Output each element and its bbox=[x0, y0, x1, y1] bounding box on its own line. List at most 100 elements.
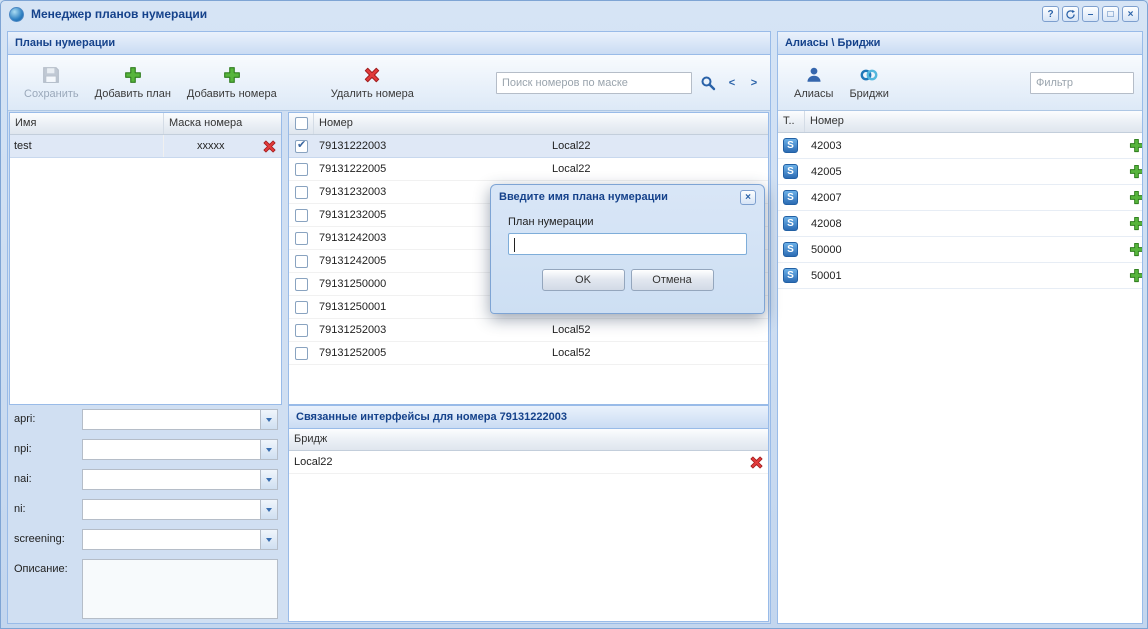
alias-row[interactable]: S 42005 bbox=[778, 159, 1142, 185]
combo-trigger-button[interactable] bbox=[260, 470, 277, 489]
add-alias-icon[interactable] bbox=[1129, 216, 1142, 232]
delete-numbers-button[interactable]: Удалить номера bbox=[323, 63, 422, 102]
number-checkbox[interactable] bbox=[295, 209, 308, 222]
interface-row[interactable]: Local22 bbox=[289, 451, 768, 474]
aliases-tab-button[interactable]: Алиасы bbox=[786, 63, 841, 102]
next-page-button[interactable]: > bbox=[746, 74, 762, 92]
alias-number-cell: 42007 bbox=[811, 192, 842, 204]
number-checkbox[interactable] bbox=[295, 301, 308, 314]
add-plan-button[interactable]: Добавить план bbox=[87, 63, 179, 102]
npi-combo[interactable] bbox=[82, 439, 278, 460]
number-checkbox[interactable] bbox=[295, 186, 308, 199]
form-row: nai: bbox=[14, 469, 282, 490]
combo-trigger-button[interactable] bbox=[260, 410, 277, 429]
alias-row[interactable]: S 42007 bbox=[778, 185, 1142, 211]
add-alias-icon[interactable] bbox=[1129, 138, 1142, 154]
number-checkbox[interactable] bbox=[295, 324, 308, 337]
alias-row[interactable]: S 50000 bbox=[778, 237, 1142, 263]
aliases-tab-label: Алиасы bbox=[794, 88, 833, 100]
cancel-button[interactable]: Отмена bbox=[631, 269, 714, 291]
help-button[interactable]: ? bbox=[1042, 6, 1059, 22]
add-numbers-icon bbox=[222, 65, 242, 85]
maximize-button[interactable]: □ bbox=[1102, 6, 1119, 22]
sip-type-icon: S bbox=[783, 190, 798, 205]
interfaces-grid-header: Бридж bbox=[289, 429, 768, 451]
number-checkbox[interactable] bbox=[295, 255, 308, 268]
plan-row[interactable]: test xxxxx bbox=[10, 135, 281, 158]
number-checkbox[interactable] bbox=[295, 278, 308, 291]
chevron-down-icon bbox=[266, 418, 272, 422]
column-header-mask[interactable]: Маска номера bbox=[164, 113, 281, 134]
add-alias-icon[interactable] bbox=[1129, 164, 1142, 180]
column-header-type[interactable]: Т.. bbox=[778, 111, 805, 132]
dialog-close-button[interactable]: × bbox=[740, 190, 756, 205]
screening-combo[interactable] bbox=[82, 529, 278, 550]
plans-grid-body: test xxxxx bbox=[10, 135, 281, 158]
number-row[interactable]: 79131222003 Local22 bbox=[289, 135, 768, 158]
add-alias-icon[interactable] bbox=[1129, 242, 1142, 258]
number-row[interactable]: 79131252003 Local52 bbox=[289, 319, 768, 342]
dialog-header[interactable]: Введите имя плана нумерации × bbox=[491, 185, 764, 209]
select-all-checkbox[interactable] bbox=[295, 117, 308, 130]
refresh-button[interactable] bbox=[1062, 6, 1079, 22]
description-label: Описание: bbox=[14, 559, 82, 575]
chevron-down-icon bbox=[266, 538, 272, 542]
number-row[interactable]: 79131222005 Local22 bbox=[289, 158, 768, 181]
search-icon[interactable] bbox=[698, 73, 718, 93]
alias-row[interactable]: S 50001 bbox=[778, 263, 1142, 289]
apri-combo[interactable] bbox=[82, 409, 278, 430]
screening-combo-value bbox=[83, 530, 260, 549]
ni-combo[interactable] bbox=[82, 499, 278, 520]
aliases-panel-header: Алиасы \ Бриджи bbox=[778, 32, 1142, 55]
column-header-name[interactable]: Имя bbox=[10, 113, 164, 134]
combo-trigger-button[interactable] bbox=[260, 500, 277, 519]
plan-name-input[interactable] bbox=[508, 233, 747, 255]
delete-plan-icon[interactable] bbox=[262, 139, 277, 154]
search-input[interactable] bbox=[496, 72, 692, 94]
number-cell: 79131252005 bbox=[314, 347, 549, 359]
alias-row[interactable]: S 42008 bbox=[778, 211, 1142, 237]
bridges-tab-button[interactable]: Бриджи bbox=[841, 63, 896, 102]
field-label: screening: bbox=[14, 529, 82, 545]
add-alias-icon[interactable] bbox=[1129, 190, 1142, 206]
alias-number-cell: 50001 bbox=[811, 270, 842, 282]
bridge-cell: Local52 bbox=[549, 347, 768, 359]
number-checkbox[interactable] bbox=[295, 347, 308, 360]
filter-input[interactable] bbox=[1030, 72, 1134, 94]
description-textarea[interactable] bbox=[82, 559, 278, 619]
linked-interfaces-panel: Связанные интерфейсы для номера 79131222… bbox=[288, 405, 769, 622]
add-alias-icon[interactable] bbox=[1129, 268, 1142, 284]
combo-trigger-button[interactable] bbox=[260, 530, 277, 549]
field-label: nai: bbox=[14, 469, 82, 485]
number-checkbox[interactable] bbox=[295, 140, 308, 153]
combo-trigger-button[interactable] bbox=[260, 440, 277, 459]
number-checkbox[interactable] bbox=[295, 163, 308, 176]
save-button[interactable]: Сохранить bbox=[16, 63, 87, 102]
alias-row[interactable]: S 42003 bbox=[778, 133, 1142, 159]
number-row[interactable]: 79131252005 Local52 bbox=[289, 342, 768, 365]
person-icon bbox=[804, 65, 824, 85]
sip-type-icon: S bbox=[783, 164, 798, 179]
add-plan-icon bbox=[123, 65, 143, 85]
column-header-alias-number[interactable]: Номер bbox=[805, 111, 1142, 132]
save-icon bbox=[41, 65, 61, 85]
plan-name-cell: test bbox=[10, 135, 164, 157]
delete-interface-icon[interactable] bbox=[749, 455, 764, 470]
minimize-button[interactable]: – bbox=[1082, 6, 1099, 22]
number-checkbox[interactable] bbox=[295, 232, 308, 245]
window-titlebar[interactable]: Менеджер планов нумерации ? – □ × bbox=[1, 1, 1147, 27]
bridge-cell: Local22 bbox=[549, 140, 768, 152]
close-button[interactable]: × bbox=[1122, 6, 1139, 22]
prev-page-button[interactable]: < bbox=[724, 74, 740, 92]
number-cell: 79131222003 bbox=[314, 140, 549, 152]
dialog-body: План нумерации OK Отмена bbox=[491, 209, 764, 291]
add-numbers-button[interactable]: Добавить номера bbox=[179, 63, 285, 102]
column-header-bridge[interactable]: Бридж bbox=[289, 429, 768, 450]
column-header-number[interactable]: Номер bbox=[314, 113, 768, 134]
alias-number-cell: 42008 bbox=[811, 218, 842, 230]
sip-type-icon: S bbox=[783, 242, 798, 257]
field-label: npi: bbox=[14, 439, 82, 455]
delete-numbers-icon bbox=[362, 65, 382, 85]
nai-combo[interactable] bbox=[82, 469, 278, 490]
ok-button[interactable]: OK bbox=[542, 269, 625, 291]
